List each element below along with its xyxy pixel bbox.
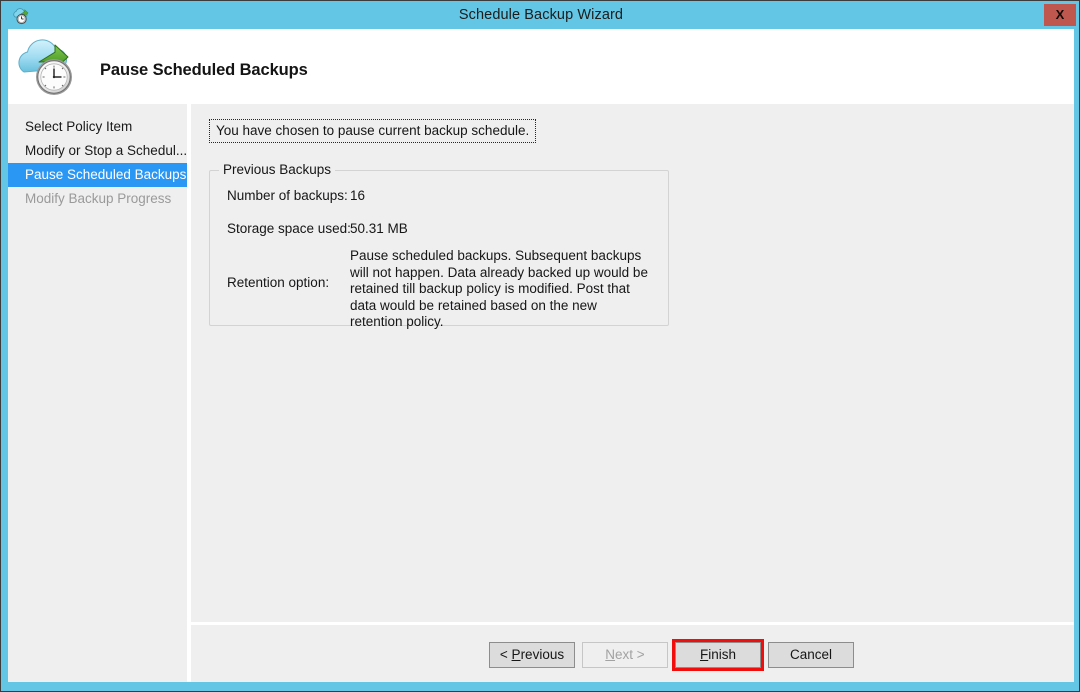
sidebar-item-pause-scheduled-backups[interactable]: Pause Scheduled Backups (8, 163, 187, 187)
finish-button-rest: inish (708, 647, 736, 662)
wizard-body: Select Policy Item Modify or Stop a Sche… (8, 104, 1074, 682)
finish-button-accel: F (700, 647, 708, 662)
finish-button[interactable]: Finish (675, 642, 761, 668)
title-bar: Schedule Backup Wizard X (2, 2, 1080, 29)
sidebar-item-label: Modify Backup Progress (25, 191, 171, 206)
wizard-window: Schedule Backup Wizard X (0, 0, 1080, 692)
sidebar-item-modify-or-stop-a-schedule[interactable]: Modify or Stop a Schedul... (8, 139, 187, 163)
sidebar-item-select-policy-item[interactable]: Select Policy Item (8, 115, 187, 139)
previous-button-accel: P (512, 647, 521, 662)
groupbox-legend: Previous Backups (219, 162, 335, 177)
cancel-button[interactable]: Cancel (768, 642, 854, 668)
status-message: You have chosen to pause current backup … (209, 119, 536, 143)
retention-option-label: Retention option: (227, 275, 329, 290)
cloud-backup-clock-icon (16, 32, 88, 100)
number-of-backups-label: Number of backups: (227, 188, 348, 203)
previous-button-rest: revious (521, 647, 565, 662)
window-title: Schedule Backup Wizard (2, 2, 1080, 29)
previous-button[interactable]: < Previous (489, 642, 575, 668)
next-button-rest: ext > (615, 647, 645, 662)
page-title: Pause Scheduled Backups (100, 61, 308, 80)
sidebar-item-modify-backup-progress: Modify Backup Progress (8, 187, 187, 211)
cancel-button-rest: Cancel (790, 647, 832, 662)
sidebar-item-label: Modify or Stop a Schedul... (25, 143, 187, 158)
wizard-step-list: Select Policy Item Modify or Stop a Sche… (8, 104, 187, 682)
wizard-button-bar: < Previous Next > Finish Cancel (191, 625, 1074, 682)
sidebar-item-label: Pause Scheduled Backups (25, 167, 186, 182)
next-button: Next > (582, 642, 668, 668)
storage-space-used-value: 50.31 MB (350, 221, 408, 236)
next-button-accel: N (605, 647, 615, 662)
close-icon[interactable]: X (1044, 4, 1076, 26)
number-of-backups-value: 16 (350, 188, 365, 203)
previous-button-prefix: < (500, 647, 512, 662)
retention-option-value: Pause scheduled backups. Subsequent back… (350, 248, 650, 331)
content-pane: You have chosen to pause current backup … (191, 104, 1074, 622)
storage-space-used-label: Storage space used: (227, 221, 351, 236)
wizard-header: Pause Scheduled Backups (8, 29, 1074, 104)
sidebar-item-label: Select Policy Item (25, 119, 132, 134)
previous-backups-groupbox: Previous Backups Number of backups: 16 S… (209, 170, 669, 326)
